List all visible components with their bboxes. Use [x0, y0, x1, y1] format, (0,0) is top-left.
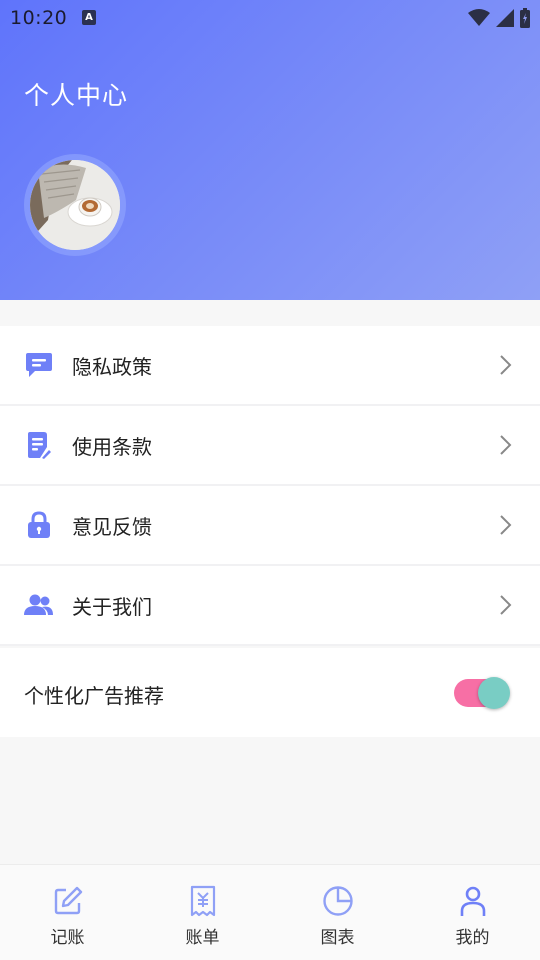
avatar[interactable]: [24, 154, 126, 256]
message-icon: [24, 350, 54, 380]
lock-icon: [24, 510, 54, 540]
menu-item-about-us[interactable]: 关于我们: [0, 566, 540, 646]
avatar-image: [30, 160, 120, 250]
menu-item-feedback[interactable]: 意见反馈: [0, 486, 540, 566]
menu-item-privacy-policy[interactable]: 隐私政策: [0, 326, 540, 406]
chevron-right-icon: [500, 515, 512, 535]
person-icon: [460, 886, 485, 916]
status-time: 10:20: [10, 7, 68, 29]
pie-chart-icon: [322, 886, 353, 916]
chevron-right-icon: [500, 435, 512, 455]
settings-menu: 隐私政策 使用条款 意见反馈 关于我们: [0, 326, 540, 646]
tab-charts[interactable]: 图表: [270, 865, 405, 960]
cell-signal-icon: [496, 9, 514, 27]
tab-bills[interactable]: 账单: [135, 865, 270, 960]
menu-item-label: 意见反馈: [72, 514, 152, 539]
menu-item-terms-of-use[interactable]: 使用条款: [0, 406, 540, 486]
wifi-icon: [468, 9, 490, 26]
chevron-right-icon: [500, 355, 512, 375]
menu-item-label: 隐私政策: [72, 354, 152, 379]
status-bar: 10:20 A: [0, 0, 540, 36]
menu-item-label: 关于我们: [72, 594, 152, 619]
battery-icon: [520, 8, 530, 28]
personalized-ads-label: 个性化广告推荐: [24, 684, 164, 708]
menu-item-label: 使用条款: [72, 434, 152, 459]
personalized-ads-toggle[interactable]: [454, 677, 512, 711]
tab-label: 我的: [455, 928, 490, 948]
toggle-thumb: [478, 677, 510, 709]
status-indicators: [468, 7, 530, 29]
edit-icon: [54, 886, 82, 915]
tab-label: 图表: [320, 928, 355, 948]
chevron-right-icon: [500, 595, 512, 615]
app-notification-icon: A: [82, 10, 96, 25]
page-title: 个人中心: [24, 81, 129, 110]
tab-label: 账单: [185, 928, 220, 948]
document-icon: [24, 430, 54, 460]
tab-bookkeeping[interactable]: 记账: [0, 865, 135, 960]
bottom-tab-bar: 记账 账单 图表 我的: [0, 864, 540, 960]
profile-header: 10:20 A 个人中心: [0, 0, 540, 300]
receipt-icon: [190, 885, 215, 917]
tab-mine[interactable]: 我的: [405, 865, 540, 960]
tab-label: 记账: [50, 928, 85, 948]
users-icon: [24, 590, 54, 620]
